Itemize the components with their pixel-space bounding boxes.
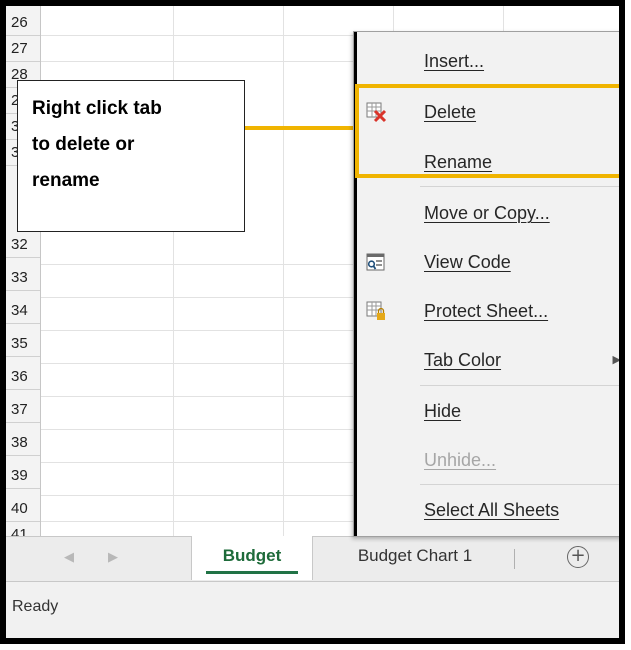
submenu-arrow-icon: ▶ bbox=[612, 354, 621, 366]
menu-item-label: Select All Sheets bbox=[424, 500, 560, 520]
callout-line: to delete or bbox=[32, 134, 135, 155]
menu-item-delete[interactable]: Delete bbox=[354, 89, 619, 135]
status-bar: Ready bbox=[6, 582, 619, 638]
menu-item-label: Tab Color bbox=[424, 350, 502, 370]
sheet-tab-context-menu: Insert... Delete Rename Move or Copy... bbox=[353, 31, 621, 537]
delete-sheet-icon bbox=[366, 102, 387, 123]
row-header[interactable]: 26 bbox=[6, 10, 40, 36]
menu-item-label: Hide bbox=[424, 401, 462, 421]
menu-separator bbox=[420, 484, 619, 485]
column-gridline bbox=[283, 6, 284, 536]
menu-separator bbox=[420, 385, 619, 386]
tab-divider bbox=[514, 549, 515, 569]
row-header[interactable]: 27 bbox=[6, 36, 40, 62]
menu-item-label: Move or Copy... bbox=[424, 203, 550, 223]
excel-window: 26 27 28 29 30 31 32 33 34 35 36 37 38 3… bbox=[0, 0, 625, 644]
menu-separator bbox=[420, 186, 619, 187]
row-header[interactable]: 40 bbox=[6, 496, 40, 522]
row-header[interactable]: 36 bbox=[6, 364, 40, 390]
row-header[interactable]: 34 bbox=[6, 298, 40, 324]
menu-item-label: Unhide... bbox=[424, 450, 497, 470]
tab-budget-chart-1[interactable]: Budget Chart 1 bbox=[318, 536, 512, 580]
protect-sheet-icon bbox=[366, 301, 385, 320]
menu-item-rename[interactable]: Rename bbox=[354, 139, 619, 185]
menu-item-label: Protect Sheet... bbox=[424, 301, 549, 321]
callout-line: Right click tab bbox=[32, 98, 162, 119]
menu-item-select-all-sheets[interactable]: Select All Sheets bbox=[354, 487, 619, 533]
tab-budget[interactable]: Budget bbox=[191, 536, 313, 580]
menu-item-move-or-copy[interactable]: Move or Copy... bbox=[354, 190, 619, 236]
row-header[interactable]: 35 bbox=[6, 331, 40, 357]
row-header[interactable]: 32 bbox=[6, 232, 40, 258]
instruction-callout: Right click tab to delete or rename bbox=[17, 80, 245, 232]
menu-item-view-code[interactable]: View Code bbox=[354, 239, 619, 285]
scroll-tabs-right-icon[interactable]: ▶ bbox=[108, 549, 118, 565]
row-header[interactable]: 41 bbox=[6, 522, 40, 536]
row-header[interactable]: 38 bbox=[6, 430, 40, 456]
view-code-icon bbox=[366, 253, 385, 271]
tab-label: Budget bbox=[222, 546, 282, 565]
add-sheet-icon[interactable]: + bbox=[567, 546, 589, 568]
row-header[interactable]: 33 bbox=[6, 265, 40, 291]
menu-item-label: Delete bbox=[424, 102, 477, 122]
menu-item-hide[interactable]: Hide bbox=[354, 388, 619, 434]
callout-line: rename bbox=[32, 170, 100, 191]
status-text: Ready bbox=[12, 598, 59, 615]
row-header[interactable]: 39 bbox=[6, 463, 40, 489]
row-header[interactable]: 37 bbox=[6, 397, 40, 423]
active-tab-underline bbox=[206, 571, 298, 574]
menu-item-unhide: Unhide... bbox=[354, 437, 619, 483]
scroll-tabs-left-icon[interactable]: ◀ bbox=[64, 549, 74, 565]
menu-item-label: Insert... bbox=[424, 51, 485, 71]
menu-item-label: Rename bbox=[424, 152, 493, 172]
menu-item-label: View Code bbox=[424, 252, 511, 272]
sheet-tab-bar: ◀ ▶ Budget Budget Chart 1 + bbox=[6, 536, 619, 582]
callout-connector-line bbox=[245, 126, 356, 130]
menu-item-insert[interactable]: Insert... bbox=[354, 38, 619, 84]
menu-item-tab-color[interactable]: Tab Color ▶ bbox=[354, 337, 621, 383]
menu-item-protect-sheet[interactable]: Protect Sheet... bbox=[354, 288, 619, 334]
tab-label: Budget Chart 1 bbox=[357, 546, 473, 565]
